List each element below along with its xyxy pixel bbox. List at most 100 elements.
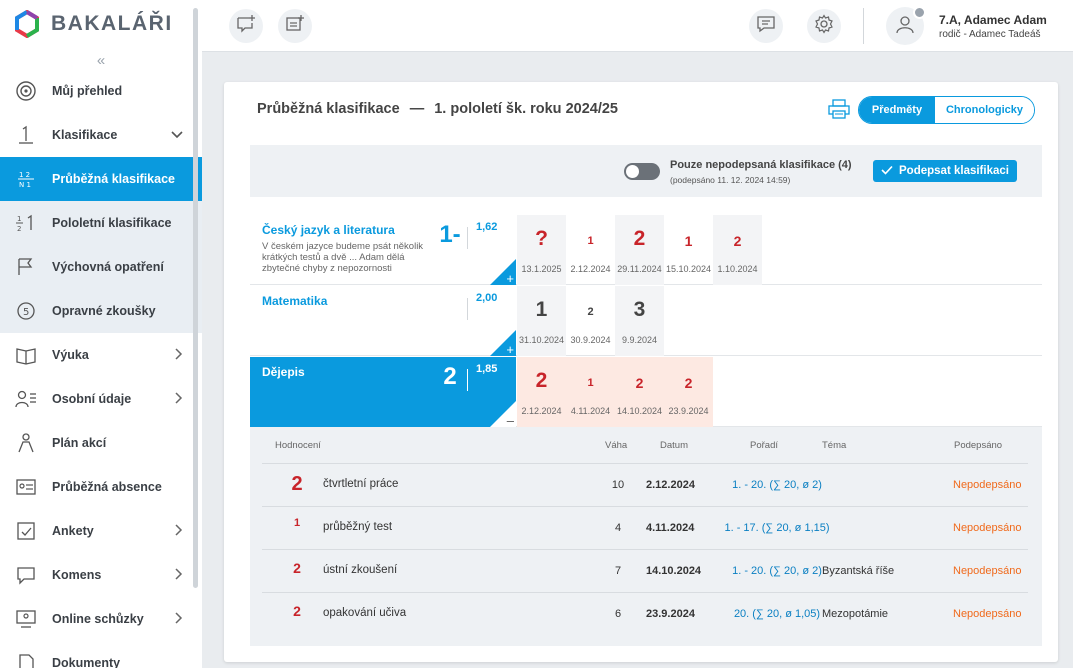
sidebar-item-events-plan[interactable]: Plán akcí — [0, 421, 202, 465]
sidebar-item-surveys[interactable]: Ankety — [0, 509, 202, 553]
sidebar-item-label: Můj přehled — [52, 84, 123, 98]
sidebar-item-komens[interactable]: Komens — [0, 553, 202, 597]
sidebar-item-grades[interactable]: Klasifikace — [0, 113, 202, 157]
view-switcher: Předměty Chronologicky — [858, 96, 1035, 124]
subject-row-history[interactable]: Dějepis 2 1,85 – 2 2.12.2024 1 4.11.2024 2… — [250, 357, 1042, 427]
sidebar-item-teaching[interactable]: Výuka — [0, 333, 202, 377]
measures-icon — [0, 256, 52, 278]
grade-date: 31.10.2024 — [518, 335, 565, 345]
grade-weight: 10 — [611, 479, 625, 491]
sidebar-item-online-meetings[interactable]: Online schůzky — [0, 597, 202, 641]
printer-icon — [828, 99, 850, 123]
title-dash: — — [409, 101, 425, 117]
grade-cell[interactable]: 2 2.12.2024 — [517, 357, 566, 427]
filter-bar: Pouze nepodepsaná klasifikace (4) (podep… — [250, 145, 1042, 197]
grade-cell[interactable]: ? 13.1.2025 — [517, 215, 566, 285]
sign-grades-button[interactable]: Podepsat klasifikaci — [873, 160, 1017, 182]
col-header-rank: Pořadí — [750, 440, 778, 451]
sidebar-item-personal-data[interactable]: Osobní údaje — [0, 377, 202, 421]
sidebar-item-overview[interactable]: Můj přehled — [0, 69, 202, 113]
svg-text:1 2: 1 2 — [19, 171, 30, 179]
print-button[interactable] — [828, 99, 850, 124]
overview-icon — [0, 80, 52, 102]
subject-info: Matematika 2,00 + — [250, 286, 516, 356]
retake-exam-icon: 5 — [0, 300, 52, 322]
sidebar-item-label: Pololetní klasifikace — [52, 216, 172, 230]
grade-date: 15.10.2024 — [665, 264, 712, 274]
subject-average: 1,62 — [476, 221, 498, 233]
sidebar-nav: Můj přehled Klasifikace 1 2N 1 Průběžná … — [0, 69, 202, 668]
view-chronological-button[interactable]: Chronologicky — [935, 97, 1034, 123]
col-header-grade: Hodnocení — [275, 440, 321, 451]
col-header-date: Datum — [660, 440, 688, 451]
online-meeting-icon — [0, 608, 52, 630]
messages-button[interactable] — [749, 9, 783, 43]
subject-name[interactable]: Matematika — [262, 294, 327, 308]
chevron-right-icon — [174, 611, 184, 628]
sidebar-item-absence[interactable]: Průběžná absence — [0, 465, 202, 509]
gear-icon — [814, 13, 834, 39]
grade-cell[interactable]: 3 9.9.2024 — [615, 286, 664, 356]
settings-button[interactable] — [807, 9, 841, 43]
chevron-right-icon — [174, 523, 184, 540]
svg-text:N 1: N 1 — [19, 181, 31, 189]
subject-row-czech[interactable]: Český jazyk a literatura V českém jazyce… — [250, 215, 1042, 285]
signed-status: Nepodepsáno — [953, 479, 1022, 491]
col-header-topic: Téma — [822, 440, 847, 451]
new-note-button[interactable] — [278, 9, 312, 43]
sidebar-item-ongoing-grades[interactable]: 1 2N 1 Průběžná klasifikace — [0, 157, 202, 201]
minus-icon: – — [506, 413, 514, 428]
sidebar-item-label: Klasifikace — [52, 128, 118, 142]
grade-cell[interactable]: 2 29.11.2024 — [615, 215, 664, 285]
grade-name: ústní zkoušení — [323, 564, 398, 576]
grade-rank[interactable]: 1. - 20. (∑ 20, ø 2) — [702, 479, 852, 491]
unsigned-only-toggle[interactable] — [624, 163, 660, 180]
grade-date: 9.9.2024 — [621, 335, 658, 345]
col-header-signed: Podepsáno — [954, 440, 1003, 451]
app-logo[interactable]: BAKALÁŘI — [0, 0, 202, 48]
grade-rank[interactable]: 1. - 17. (∑ 20, ø 1,15) — [702, 522, 852, 534]
sidebar-item-measures[interactable]: Výchovná opatření — [0, 245, 202, 289]
grade-detail-table: Hodnocení Váha Datum Pořadí Téma Podepsá… — [250, 427, 1042, 646]
grade-cell[interactable]: 2 23.9.2024 — [664, 357, 713, 427]
grade-value: 2 — [633, 227, 646, 250]
messages-icon — [0, 564, 52, 586]
table-row[interactable]: 2 opakování učiva 6 23.9.2024 20. (∑ 20,… — [262, 592, 1028, 635]
plus-icon: + — [506, 342, 514, 357]
sidebar-item-documents[interactable]: Dokumenty — [0, 641, 202, 668]
new-message-button[interactable] — [229, 9, 263, 43]
grade-cell[interactable]: 2 30.9.2024 — [566, 286, 615, 356]
subject-row-math[interactable]: Matematika 2,00 + 1 31.10.2024 2 30.9.2024… — [250, 286, 1042, 356]
subject-name[interactable]: Český jazyk a literatura — [262, 223, 395, 237]
sidebar-item-retake-exams[interactable]: 5 Opravné zkoušky — [0, 289, 202, 333]
grade-cell[interactable]: 2 14.10.2024 — [615, 357, 664, 427]
subject-average: 2,00 — [476, 292, 498, 304]
grade-cell[interactable]: 2 1.10.2024 — [713, 215, 762, 285]
plus-icon: + — [506, 271, 514, 286]
grade-date: 23.9.2024 — [668, 406, 709, 416]
signed-status: Nepodepsáno — [953, 608, 1022, 620]
page-title: Průběžná klasifikace — 1. pololetí šk. r… — [257, 101, 618, 117]
table-row[interactable]: 1 průběžný test 4 4.11.2024 1. - 17. (∑ … — [262, 506, 1028, 549]
grade-cell[interactable]: 1 15.10.2024 — [664, 215, 713, 285]
sidebar-scrollbar[interactable] — [193, 8, 198, 588]
avatar[interactable] — [886, 6, 926, 45]
table-row[interactable]: 2 čtvrtletní práce 10 2.12.2024 1. - 20.… — [262, 463, 1028, 506]
sidebar-item-label: Dokumenty — [52, 656, 121, 668]
grade-list: 2 2.12.2024 1 4.11.2024 2 14.10.2024 2 23.9.… — [517, 357, 713, 427]
top-bar: 7.A, Adamec Adam rodič - Adamec Tadeáš — [202, 0, 1073, 52]
grade-value: 2 — [535, 369, 548, 392]
sidebar-item-semester-grades[interactable]: 12 Pololetní klasifikace — [0, 201, 202, 245]
grade-cell[interactable]: 1 2.12.2024 — [566, 215, 615, 285]
grade-value: 2 — [291, 473, 303, 495]
view-subjects-button[interactable]: Předměty — [859, 97, 935, 123]
grade-cell[interactable]: 1 31.10.2024 — [517, 286, 566, 356]
table-row[interactable]: 2 ústní zkoušení 7 14.10.2024 1. - 20. (… — [262, 549, 1028, 592]
sidebar: BAKALÁŘI « Můj přehled Klasifikace 1 2N … — [0, 0, 202, 668]
grade-value: 3 — [633, 298, 646, 321]
grade-date: 14.10.2024 — [646, 565, 702, 577]
subject-name[interactable]: Dějepis — [262, 365, 305, 379]
grade-cell[interactable]: 1 4.11.2024 — [566, 357, 615, 427]
grade-name: průběžný test — [323, 521, 393, 533]
user-name[interactable]: 7.A, Adamec Adam — [939, 13, 1047, 27]
